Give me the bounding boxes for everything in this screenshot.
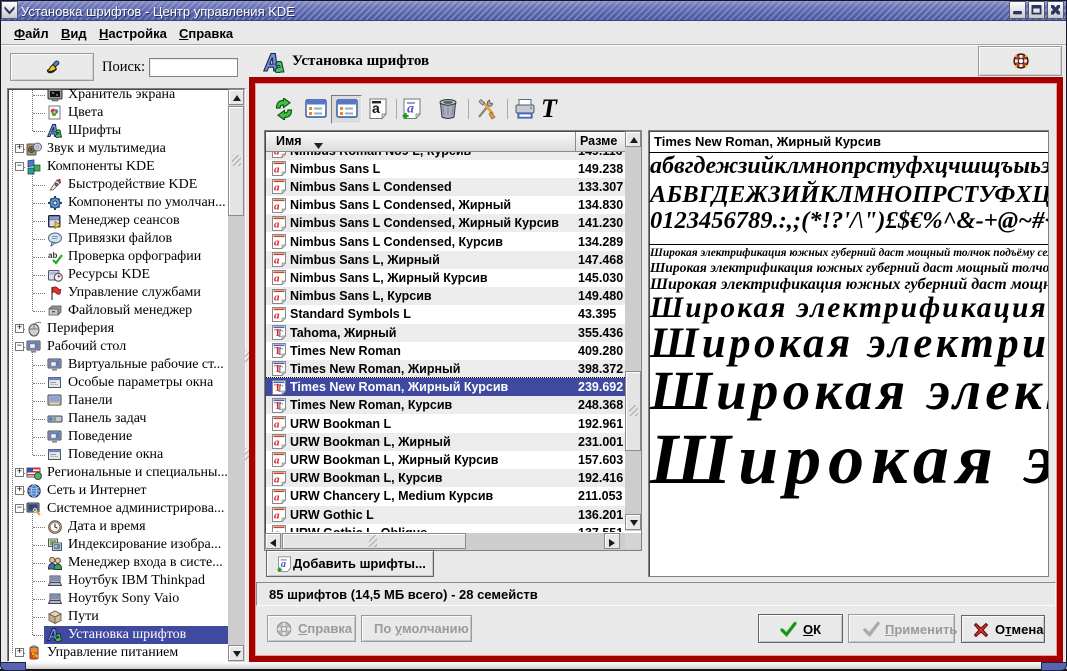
svg-text:a: a [274, 473, 280, 485]
svg-text:a: a [281, 559, 286, 570]
svg-text:a: a [274, 237, 280, 249]
svg-text:a: a [274, 455, 280, 467]
svg-text:a: a [274, 255, 280, 267]
svg-text:T: T [274, 346, 281, 357]
svg-text:a: a [274, 437, 280, 449]
svg-text:ab: ab [48, 251, 57, 260]
svg-text:%: % [31, 651, 38, 659]
svg-text:T: T [274, 364, 281, 375]
svg-text:a: a [274, 182, 280, 194]
svg-text:a: a [274, 218, 280, 230]
svg-text:a: a [274, 510, 280, 522]
svg-text:a: a [274, 419, 280, 431]
svg-text:a: a [274, 164, 280, 176]
svg-text:a: a [274, 291, 280, 303]
svg-text:T: T [274, 383, 281, 394]
svg-text:a: a [274, 309, 280, 321]
svg-text:a: a [274, 273, 280, 285]
svg-text:T: T [274, 401, 281, 412]
svg-text:a: a [274, 491, 280, 503]
svg-text:a: a [274, 152, 280, 158]
svg-text:a: a [274, 528, 280, 532]
svg-text:a: a [274, 200, 280, 212]
svg-text:T: T [274, 328, 281, 339]
